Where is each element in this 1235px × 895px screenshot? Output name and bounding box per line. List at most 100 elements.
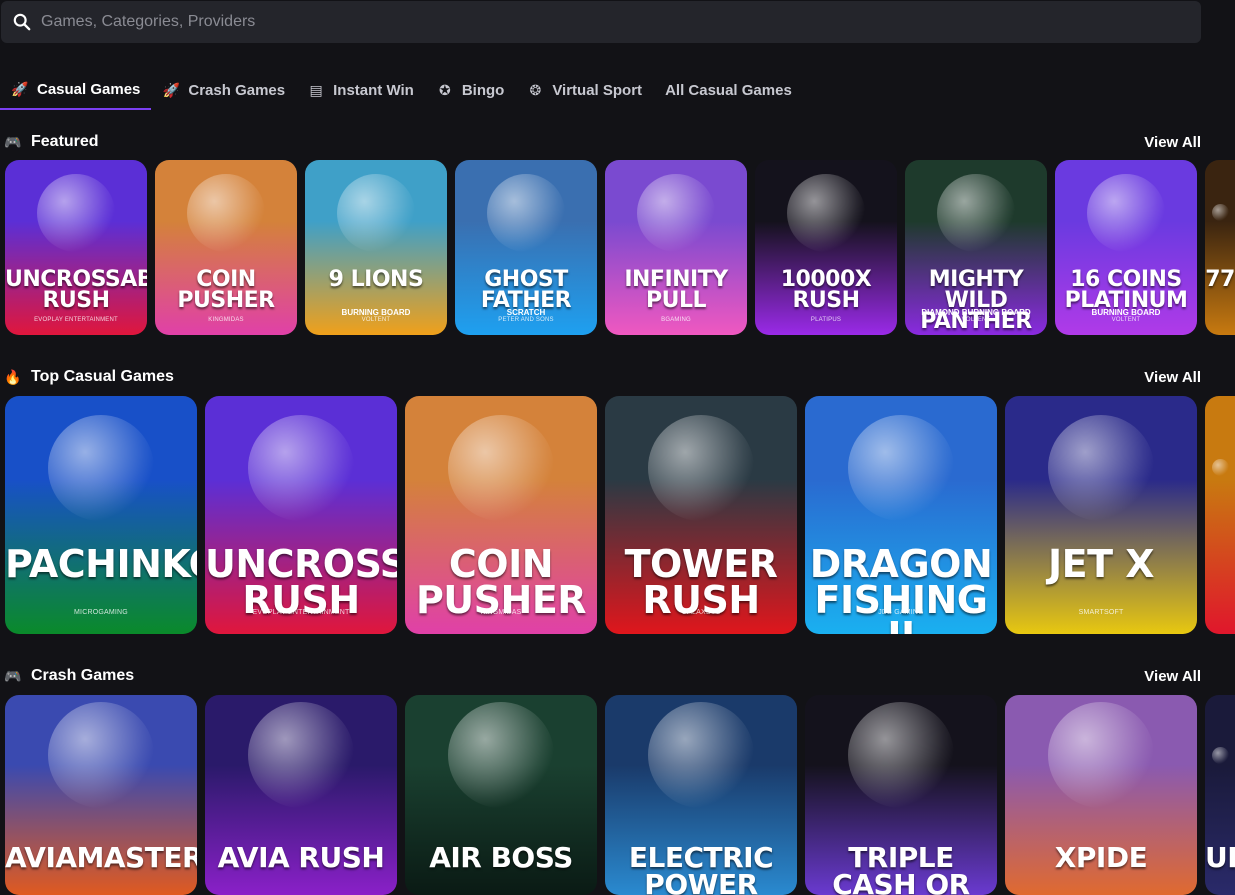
game-provider: GALAXSYS [681,609,721,616]
game-provider: EVOPLAY ENTERTAINMENT [34,317,118,323]
game-title: 77 [1205,267,1235,292]
game-provider: VOLTENT [361,317,391,323]
rocket-icon: 🚀 [162,81,181,98]
view-all-link[interactable]: View All [1144,134,1201,151]
game-thumbnail-art [205,396,397,539]
game-provider: PLATIPUS [810,317,842,323]
game-card[interactable]: ELECTRIC POWER PLAY [605,695,797,895]
game-card[interactable]: TOWER RUSH GALAXSYS [605,396,797,634]
game-subtitle: BURNING BOARD [341,308,411,317]
crash-games-row: AVIAMASTERS AVIA RUSH AIR BOSS ELECTRIC POW… [5,695,1235,895]
view-all-link[interactable]: View All [1144,668,1201,685]
game-thumbnail-art [205,695,397,815]
game-thumbnail-art [1205,160,1235,265]
tab-casual-games[interactable]: 🚀 Casual Games [0,70,152,110]
tab-virtual-sport[interactable]: ❂ Virtual Sport [515,70,653,110]
tab-crash-games[interactable]: 🚀 Crash Games [151,70,296,110]
tab-label: All Casual Games [665,81,792,99]
fire-icon: 🔥 [4,368,22,385]
game-thumbnail-art [5,396,197,539]
tab-instant-win[interactable]: ▤ Instant Win [296,70,425,110]
game-card[interactable]: JET X SMARTSOFT [1005,396,1197,634]
game-subtitle: BURNING BOARD [1091,308,1161,317]
game-provider: PETER AND SONS [498,317,554,323]
game-card[interactable]: COIN PUSHER KINGMIDAS [405,396,597,634]
game-title: AVIAMASTERS [5,841,197,874]
featured-games-row: UNCROSSABLE RUSH EVOPLAY ENTERTAINMENT COI… [5,160,1235,335]
game-provider: SMARTSOFT [1078,609,1124,616]
game-thumbnail-art [1005,695,1197,815]
game-card[interactable]: UI [1205,695,1235,895]
tab-label: Virtual Sport [552,81,643,99]
game-subtitle: DIAMOND BURNING BOARD [921,308,1031,317]
game-card[interactable]: INFINITY PULL BGAMING [605,160,747,335]
game-title: COIN PUSHER [415,542,587,623]
game-card[interactable] [1205,396,1235,634]
game-thumbnail-art [905,160,1047,265]
game-provider: VOLTENT [1111,317,1141,323]
game-thumbnail-art [305,160,447,265]
game-title: JET X [1047,542,1155,586]
game-card[interactable]: XPIDE [1005,695,1197,895]
game-card[interactable]: TRIPLE CASH OR CRASH [805,695,997,895]
section-title: Featured [31,133,99,150]
game-card[interactable]: UNCROSSABLE RUSHEVOPLAY ENTERTAINMENT [205,396,397,634]
game-thumbnail-art [1055,160,1197,265]
game-provider: JDB GAMING [878,609,924,616]
game-title: AVIA RUSH [217,841,385,874]
search-icon [13,13,31,31]
bingo-ball-icon: ✪ [438,81,451,98]
tab-label: Crash Games [188,81,286,99]
game-title: ELECTRIC POWER PLAY [628,841,774,895]
tab-all-casual-games[interactable]: All Casual Games [653,70,803,110]
virtual-sport-icon: ❂ [529,81,542,98]
game-thumbnail-art [605,695,797,815]
game-thumbnail-art [605,160,747,265]
game-thumbnail-art [455,160,597,265]
game-thumbnail-art [155,160,297,265]
game-card[interactable]: 77 [1205,160,1235,335]
game-card[interactable]: 9 LIONS BURNING BOARD VOLTENT [305,160,447,335]
game-provider: MICROGAMING [74,609,128,616]
game-provider: VOLTENT [961,317,991,323]
game-thumbnail-art [1005,396,1197,539]
game-title: INFINITY PULL [624,267,728,313]
game-card[interactable]: AVIA RUSH [205,695,397,895]
game-subtitle: SCRATCH [506,308,546,317]
game-title: 9 LIONS [328,267,424,292]
tab-label: Casual Games [37,80,141,98]
game-card[interactable]: COIN PUSHER KINGMIDAS [155,160,297,335]
game-card[interactable]: AVIAMASTERS [5,695,197,895]
game-thumbnail-art [405,396,597,539]
game-card[interactable]: 10000X RUSH PLATIPUS [755,160,897,335]
game-card[interactable]: 16 COINS PLATINUM BURNING BOARD VOLTENT [1055,160,1197,335]
tab-label: Instant Win [333,81,414,99]
game-thumbnail-art [605,396,797,539]
rocket-icon: 🚀 [11,80,29,97]
search-bar[interactable] [1,1,1201,43]
game-thumbnail-art [805,695,997,815]
view-all-link[interactable]: View All [1144,369,1201,386]
game-card[interactable]: DRAGON FISHING IIJDB GAMING [805,396,997,634]
game-title: MIGHTY WILD PANTHER [920,267,1032,334]
game-title: TOWER RUSH [624,542,778,623]
game-title: PACHINKO [5,542,197,586]
game-thumbnail-art [1205,695,1235,815]
game-card[interactable]: AIR BOSS [405,695,597,895]
game-title: COIN PUSHER [177,267,275,313]
game-title: UI [1205,841,1235,874]
tab-label: Bingo [461,81,505,99]
game-thumbnail-art [1205,396,1235,539]
game-card[interactable]: UNCROSSABLE RUSHEVOPLAY ENTERTAINMENT [5,160,147,335]
game-card[interactable]: GHOST FATHER SCRATCH PETER AND SONS [455,160,597,335]
gamepad-icon: 🎮 [4,133,22,150]
search-input[interactable] [41,13,1141,31]
game-provider: KINGMIDAS [480,609,522,616]
top-casual-games-row: PACHINKO MICROGAMING UNCROSSABLE RUSHEVOPL… [5,396,1235,634]
game-card[interactable]: PACHINKO MICROGAMING [5,396,197,634]
game-title: TRIPLE CASH OR CRASH [832,841,970,895]
section-header-crash: 🎮 Crash Games View All [0,664,1235,688]
game-thumbnail-art [805,396,997,539]
game-card[interactable]: MIGHTY WILD PANTHER DIAMOND BURNING BOARD… [905,160,1047,335]
tab-bingo[interactable]: ✪ Bingo [425,70,516,110]
